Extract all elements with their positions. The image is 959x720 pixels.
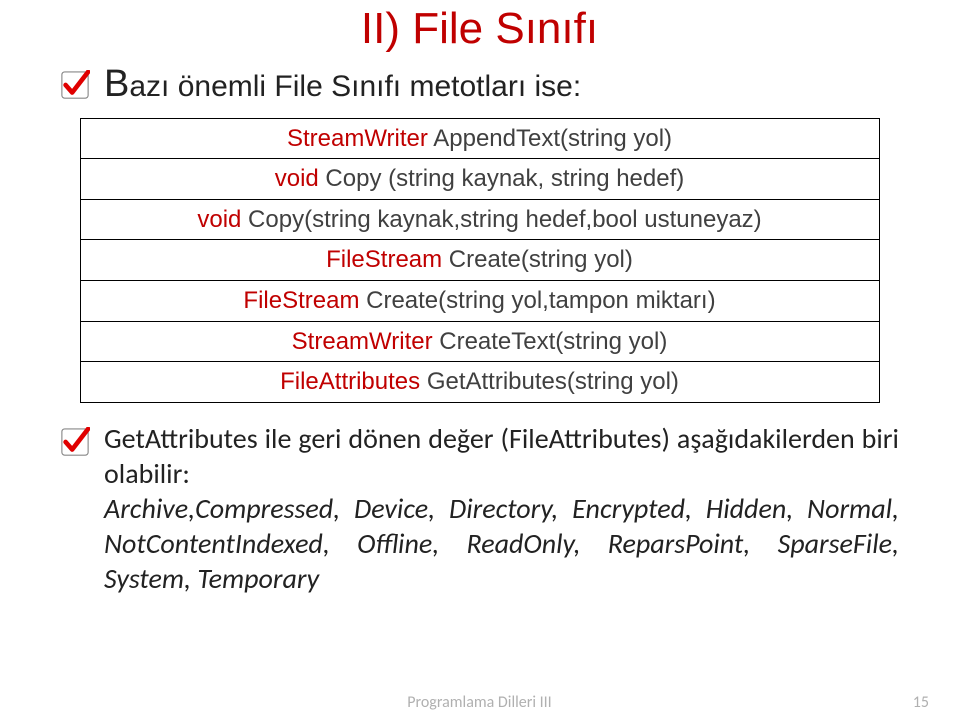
table-row: FileAttributes GetAttributes(string yol) (80, 362, 879, 403)
slide-title: II) File Sınıfı (60, 4, 899, 54)
bullet-text-1: Bazı önemli File Sınıfı metotları ise: (104, 62, 581, 108)
signature: Create(string yol) (442, 246, 633, 273)
table-row: StreamWriter CreateText(string yol) (80, 321, 879, 362)
signature: AppendText(string yol) (428, 125, 672, 152)
para-line-2: Archive,Compressed, Device, Directory, E… (104, 491, 899, 596)
bullet-item-1: Bazı önemli File Sınıfı metotları ise: (60, 62, 899, 108)
bullet-text-2: GetAttributes ile geri dönen değer (File… (104, 421, 899, 596)
signature: GetAttributes(string yol) (420, 368, 679, 395)
table-row: FileStream Create(string yol,tampon mikt… (80, 280, 879, 321)
signature: Copy (string kaynak, string hedef) (319, 165, 685, 192)
checkmark-icon (60, 427, 90, 462)
bullet-rest: azı önemli File Sınıfı metotları ise: (129, 70, 581, 103)
signature: Create(string yol,tampon miktarı) (359, 287, 715, 314)
table-row: void Copy(string kaynak,string hedef,boo… (80, 199, 879, 240)
return-type: FileStream (326, 246, 442, 273)
table-row: FileStream Create(string yol) (80, 240, 879, 281)
return-type: StreamWriter (287, 125, 428, 152)
return-type: FileAttributes (280, 368, 420, 395)
bullet-lead-cap: B (104, 63, 129, 105)
return-type: void (197, 206, 241, 233)
table-row: void Copy (string kaynak, string hedef) (80, 159, 879, 200)
checkmark-icon (60, 70, 90, 105)
return-type: FileStream (243, 287, 359, 314)
footer-course: Programlama Dilleri III (407, 693, 551, 712)
return-type: void (275, 165, 319, 192)
para-line-1: GetAttributes ile geri dönen değer (File… (104, 421, 899, 491)
slide-footer: Programlama Dilleri III 15 (0, 693, 959, 712)
table-row: StreamWriter AppendText(string yol) (80, 118, 879, 159)
return-type: StreamWriter (292, 328, 433, 355)
methods-table: StreamWriter AppendText(string yol) void… (80, 118, 880, 403)
bullet-item-2: GetAttributes ile geri dönen değer (File… (60, 421, 899, 596)
signature: CreateText(string yol) (433, 328, 668, 355)
footer-page-number: 15 (913, 693, 929, 712)
signature: Copy(string kaynak,string hedef,bool ust… (241, 206, 761, 233)
